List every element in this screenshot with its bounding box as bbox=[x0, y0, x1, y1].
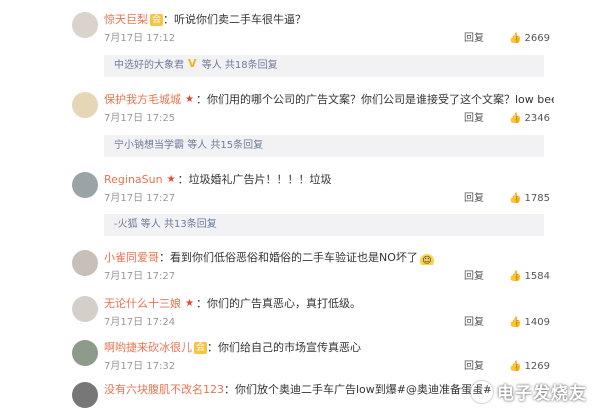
reply-button[interactable]: 回复 bbox=[464, 31, 484, 46]
comment-time: 7月17日 17:24 bbox=[104, 317, 176, 328]
thumbs-up-icon: 👍 bbox=[509, 271, 522, 282]
verified-badge-icon: V bbox=[188, 57, 197, 70]
thread-count: 等人 共18条回复 bbox=[201, 60, 278, 71]
like-count: 1409 bbox=[524, 317, 550, 328]
comment-username[interactable]: 啊哟捷来砍冰很儿 bbox=[104, 341, 192, 354]
comment-feed: 惊天巨梨会：听说你们卖二手车很牛逼？ 7月17日 17:12 回复 👍 2669 … bbox=[0, 0, 593, 408]
comment-text: 看到你们低俗恶俗和婚俗的二手车验证也是NO坏了 bbox=[170, 251, 418, 264]
thumbs-up-icon: 👍 bbox=[509, 361, 522, 372]
reply-button[interactable]: 回复 bbox=[464, 269, 484, 284]
thumbs-up-icon: 👍 bbox=[509, 33, 522, 44]
like-button[interactable]: 👍 1785 bbox=[509, 191, 550, 206]
like-count: 1269 bbox=[524, 361, 550, 372]
thread-username[interactable]: -火狐 bbox=[114, 219, 138, 230]
comment-time: 7月17日 17:32 bbox=[104, 361, 176, 372]
vip-badge-icon: 会 bbox=[150, 14, 164, 26]
thumbs-up-icon: 👍 bbox=[509, 113, 522, 124]
watermark: 电子发烧友 bbox=[471, 379, 587, 404]
like-count: 1785 bbox=[524, 193, 550, 204]
thread-username[interactable]: 中选好的大象君 bbox=[114, 60, 184, 71]
comment-username[interactable]: 无论什么十三娘 bbox=[104, 297, 181, 310]
comment-text: 听说你们卖二手车很牛逼？ bbox=[174, 13, 307, 26]
logo-ring-icon bbox=[471, 381, 493, 403]
like-button[interactable]: 👍 1269 bbox=[509, 359, 550, 374]
comment-time: 7月17日 17:27 bbox=[104, 193, 176, 204]
comment-text: 你们放个奥迪二手车广告low到爆#@奥迪准备蛋蛋# bbox=[235, 383, 493, 396]
like-count: 2346 bbox=[524, 113, 550, 124]
comment-text: 你们的广告真恶心，真打低级。 bbox=[206, 297, 361, 310]
like-button[interactable]: 👍 1409 bbox=[509, 315, 550, 330]
comment-username[interactable]: 惊天巨梨 bbox=[104, 13, 148, 26]
watermark-text: 电子发烧友 bbox=[497, 384, 587, 404]
avatar[interactable] bbox=[72, 382, 98, 408]
comment-time: 7月17日 17:27 bbox=[104, 271, 176, 282]
star-badge-icon: ★ bbox=[185, 298, 194, 309]
comment-text: 你们给自己的市场宣传真恶心 bbox=[218, 341, 362, 354]
comment-username[interactable]: 小雀同爱哥 bbox=[104, 251, 159, 264]
comment-text: 垃圾婚礼广告片！！！！垃圾 bbox=[188, 173, 332, 186]
like-count: 1584 bbox=[524, 271, 550, 282]
star-badge-icon: ★ bbox=[166, 174, 176, 185]
reply-button[interactable]: 回复 bbox=[464, 315, 484, 330]
avatar[interactable] bbox=[72, 250, 98, 276]
avatar[interactable] bbox=[72, 296, 98, 322]
smiley-emoji-icon: ☺ bbox=[419, 254, 434, 265]
like-button[interactable]: 👍 2669 bbox=[509, 31, 550, 46]
thumbs-up-icon: 👍 bbox=[509, 193, 522, 204]
reply-thread-summary[interactable]: 宁小钠想当学霸 等人 共15条回复 bbox=[104, 135, 544, 157]
avatar[interactable] bbox=[72, 12, 98, 38]
reply-thread-summary[interactable]: 中选好的大象君 V 等人 共18条回复 bbox=[104, 55, 544, 77]
thread-count: 等人 共15条回复 bbox=[187, 140, 264, 151]
avatar[interactable] bbox=[72, 340, 98, 366]
avatar[interactable] bbox=[72, 172, 98, 198]
avatar[interactable] bbox=[72, 92, 98, 118]
like-button[interactable]: 👍 2346 bbox=[509, 111, 550, 126]
like-count: 2669 bbox=[524, 33, 550, 44]
comment-time: 7月17日 17:25 bbox=[104, 113, 176, 124]
vip-badge-icon: 会 bbox=[194, 342, 208, 354]
thumbs-up-icon: 👍 bbox=[509, 317, 522, 328]
comment-username[interactable]: 没有六块腹肌不改名123 bbox=[104, 383, 224, 396]
reply-button[interactable]: 回复 bbox=[464, 359, 484, 374]
thread-count: 等人 共13条回复 bbox=[140, 219, 217, 230]
comment-username[interactable]: 保护我方毛城城 bbox=[104, 93, 181, 106]
reply-thread-summary[interactable]: -火狐 等人 共13条回复 bbox=[104, 214, 544, 236]
comment-username[interactable]: ReginaSun bbox=[104, 173, 163, 186]
reply-button[interactable]: 回复 bbox=[464, 111, 484, 126]
star-badge-icon: ★ bbox=[185, 94, 194, 105]
thread-username[interactable]: 宁小钠想当学霸 bbox=[114, 140, 184, 151]
reply-button[interactable]: 回复 bbox=[464, 191, 484, 206]
comment-time: 7月17日 17:12 bbox=[104, 33, 176, 44]
comment-text: 你们用的哪个公司的广告文案？你们公司是谁接受了这个文案？low bee bbox=[206, 93, 554, 106]
like-button[interactable]: 👍 1584 bbox=[509, 269, 550, 284]
